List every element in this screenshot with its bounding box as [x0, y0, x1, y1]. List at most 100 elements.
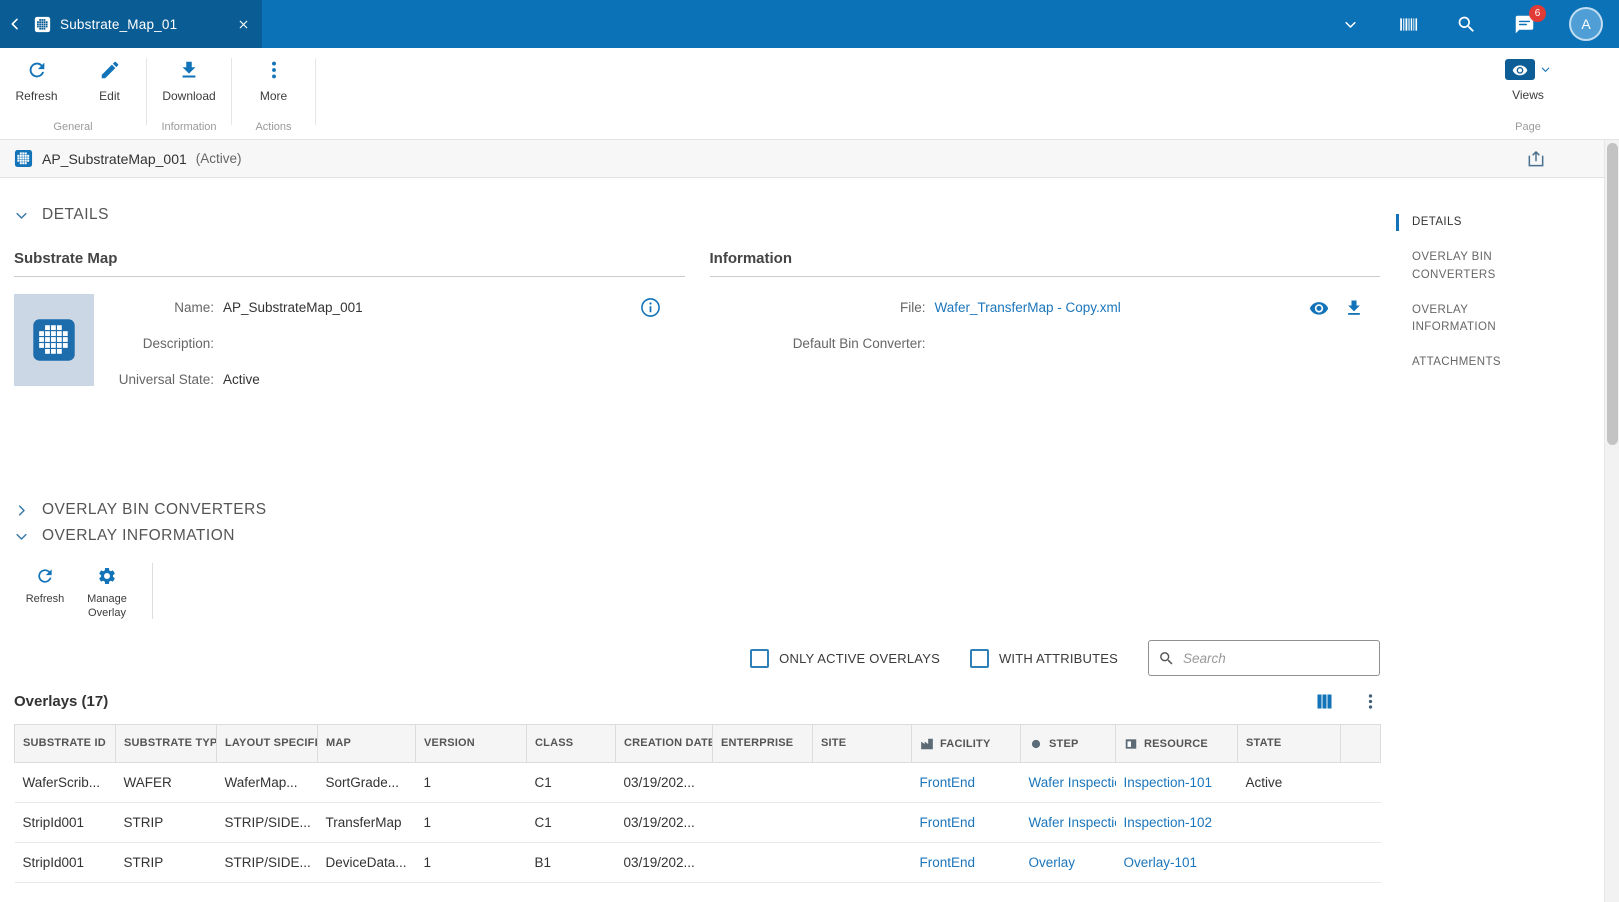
overlay-row[interactable]: WaferScrib... WAFER WaferMap... SortGrade..…: [14, 762, 1381, 803]
universal-state-value: Active: [223, 372, 260, 387]
overlays-header-row: SUBSTRATE IDSUBSTRATE TYPELAYOUT SPECIFI…: [14, 724, 1381, 763]
overlay-cell: StripId001: [14, 842, 116, 883]
topbar-main: 6 A: [262, 0, 1619, 48]
overlay-cell: Active: [1237, 762, 1341, 803]
navigate-up-icon[interactable]: [1526, 149, 1546, 169]
overlay-cell: 1: [415, 762, 527, 803]
barcode-scan-icon[interactable]: [1379, 14, 1437, 35]
file-link[interactable]: Wafer_TransferMap - Copy.xml: [935, 300, 1121, 315]
column-header-map[interactable]: MAP: [317, 724, 416, 763]
column-header-enterprise[interactable]: ENTERPRISE: [712, 724, 813, 763]
overlay-cell: 1: [415, 842, 527, 883]
nav-item-overlay-bin-converters[interactable]: OVERLAY BIN CONVERTERS: [1396, 249, 1528, 284]
column-header-facility[interactable]: FACILITY: [911, 724, 1021, 763]
overlay-bin-converters-section-header[interactable]: OVERLAY BIN CONVERTERS: [14, 501, 1396, 519]
overlay-cell: [1340, 802, 1381, 843]
user-avatar[interactable]: A: [1569, 7, 1603, 41]
overlay-row[interactable]: StripId001 STRIP STRIP/SIDE... TransferMap 1…: [14, 802, 1381, 843]
cell-link[interactable]: Overlay: [1029, 855, 1076, 870]
column-header-site[interactable]: SITE: [812, 724, 912, 763]
overlay-cell: WaferMap...: [216, 762, 318, 803]
cell-link[interactable]: Wafer Inspection: [1029, 775, 1116, 790]
substrate-map-icon: [34, 16, 51, 33]
back-chevron-icon: [7, 16, 23, 32]
with-attributes-label: WITH ATTRIBUTES: [998, 650, 1118, 666]
overlay-row[interactable]: StripId001 STRIP STRIP/SIDE... DeviceData..…: [14, 842, 1381, 883]
overlay-cell: WAFER: [115, 762, 217, 803]
column-header-state[interactable]: STATE: [1237, 724, 1341, 763]
name-value: AP_SubstrateMap_001: [223, 300, 363, 315]
nav-item-details[interactable]: DETAILS: [1396, 214, 1528, 232]
column-header-creation-date[interactable]: CREATION DATE: [615, 724, 713, 763]
cell-link[interactable]: FrontEnd: [920, 815, 976, 830]
back-button[interactable]: [0, 0, 30, 48]
overlay-cell: B1: [526, 842, 616, 883]
information-panel: Information File: Wafer_TransferMap - Co…: [709, 250, 1380, 390]
toolbar-separator: [152, 563, 153, 619]
column-header-resource[interactable]: RESOURCE: [1115, 724, 1238, 763]
overlay-refresh-button[interactable]: Refresh: [14, 561, 76, 621]
edit-button[interactable]: Edit: [73, 48, 146, 121]
overlay-cell: [1340, 762, 1381, 803]
table-options-icon[interactable]: [1361, 692, 1380, 711]
column-header-step[interactable]: STEP: [1020, 724, 1116, 763]
messages-icon[interactable]: 6: [1495, 4, 1553, 35]
manage-overlay-label: Manage Overlay: [87, 593, 127, 619]
description-label: Description:: [142, 336, 214, 351]
default-bin-converter-label: Default Bin Converter:: [792, 336, 926, 351]
refresh-icon: [35, 566, 55, 586]
overlays-header: Overlays (17): [14, 691, 1380, 712]
facility-icon: [920, 737, 934, 751]
search-icon[interactable]: [1437, 14, 1495, 35]
download-icon: [178, 59, 200, 81]
overlay-cell: StripId001: [14, 802, 116, 843]
overlay-cell: FrontEnd: [911, 842, 1021, 883]
info-icon[interactable]: [640, 297, 661, 318]
nav-item-overlay-information[interactable]: OVERLAY INFORMATION: [1396, 302, 1528, 337]
with-attributes-checkbox[interactable]: WITH ATTRIBUTES: [969, 648, 1118, 668]
column-header-blank[interactable]: [1340, 724, 1381, 763]
column-header-layout-specification[interactable]: LAYOUT SPECIFICATION: [216, 724, 318, 763]
group-label-information: Information: [161, 121, 217, 133]
cell-link[interactable]: Wafer Inspection: [1029, 815, 1116, 830]
nav-item-attachments[interactable]: ATTACHMENTS: [1396, 354, 1528, 371]
manage-overlay-button[interactable]: Manage Overlay: [76, 561, 138, 621]
universal-state-label: Universal State:: [118, 372, 214, 387]
views-dropdown-chevron-icon[interactable]: [1540, 64, 1551, 75]
more-button[interactable]: More: [232, 48, 315, 121]
column-header-substrate-id[interactable]: SUBSTRATE ID: [14, 724, 116, 763]
only-active-overlays-checkbox[interactable]: ONLY ACTIVE OVERLAYS: [750, 648, 940, 668]
download-file-icon[interactable]: [1344, 298, 1364, 318]
search-input[interactable]: [1183, 650, 1370, 666]
details-section-header[interactable]: DETAILS: [14, 206, 1396, 224]
substrate-map-panel: Substrate Map Name: AP_SubstrateMap_001: [14, 250, 685, 390]
refresh-button[interactable]: Refresh: [0, 48, 73, 121]
manage-columns-icon[interactable]: [1314, 691, 1335, 712]
column-header-substrate-type[interactable]: SUBSTRATE TYPE: [115, 724, 217, 763]
download-button[interactable]: Download: [147, 48, 231, 121]
checkbox-icon: [969, 648, 989, 668]
preview-file-icon[interactable]: [1309, 298, 1329, 318]
close-tab-icon[interactable]: [237, 18, 250, 31]
step-icon: [1029, 737, 1043, 751]
main-content: DETAILS Substrate Map Name: AP_Substrate…: [0, 178, 1396, 902]
cell-link[interactable]: Inspection-101: [1124, 775, 1213, 790]
overlays-table-body: WaferScrib... WAFER WaferMap... SortGrade..…: [14, 762, 1381, 883]
column-header-class[interactable]: CLASS: [526, 724, 616, 763]
overlay-information-section-header[interactable]: OVERLAY INFORMATION: [14, 527, 1396, 545]
column-header-version[interactable]: VERSION: [415, 724, 527, 763]
overlay-cell: TransferMap: [317, 802, 416, 843]
overlay-cell: DeviceData...: [317, 842, 416, 883]
cell-link[interactable]: FrontEnd: [920, 855, 976, 870]
dropdown-chevron-icon[interactable]: [1321, 17, 1379, 32]
cell-link[interactable]: FrontEnd: [920, 775, 976, 790]
tab-substrate-map[interactable]: Substrate_Map_01: [30, 0, 262, 48]
overlay-cell: FrontEnd: [911, 802, 1021, 843]
cell-link[interactable]: Overlay-101: [1124, 855, 1198, 870]
views-button[interactable]: Views: [1485, 48, 1571, 121]
overlay-cell: Inspection-101: [1115, 762, 1238, 803]
vertical-scrollbar[interactable]: [1604, 140, 1619, 902]
ribbon-separator: [315, 58, 316, 125]
scrollbar-thumb[interactable]: [1606, 143, 1618, 445]
cell-link[interactable]: Inspection-102: [1124, 815, 1213, 830]
